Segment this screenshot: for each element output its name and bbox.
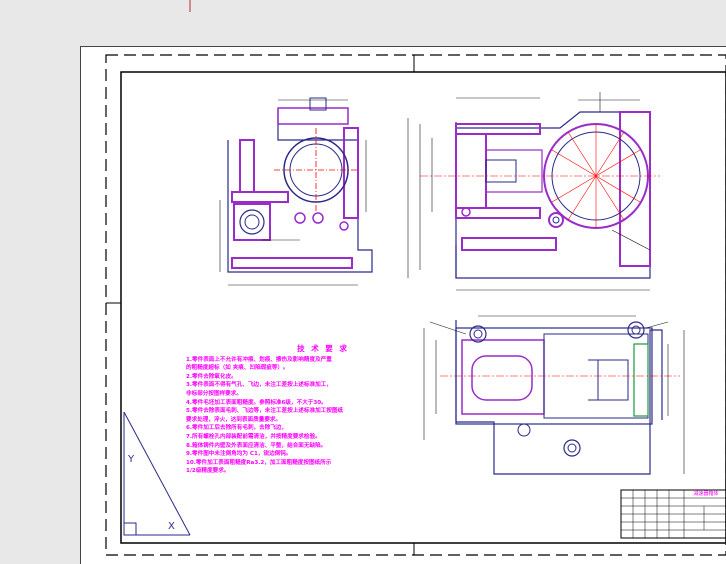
note-line: 4.零件毛坯加工表面粗糙度。参照标准6级，不大于30。 bbox=[186, 399, 327, 406]
note-line: 要求处理，淬火，达到表面质量要求。 bbox=[186, 416, 282, 423]
drawing-canvas: Y X bbox=[105, 0, 726, 556]
note-line: 2.零件去除氧化皮。 bbox=[186, 373, 237, 380]
notes-heading: 技 术 要 求 bbox=[297, 344, 349, 353]
svg-text:X: X bbox=[168, 521, 175, 532]
note-line: 10.零件加工表面粗糙度Ra3.2，加工面粗糙度按图纸所示 bbox=[186, 459, 332, 466]
outer-dashed-frame bbox=[105, 54, 726, 556]
note-line: 的粗糙度超标（如 夹痕、凹陷瑕疵等）。 bbox=[186, 365, 289, 372]
note-line: 3.零件表面不得有气孔、飞边，未注工差按上述标准加工， bbox=[186, 382, 332, 389]
note-line: 7.所有螺栓孔内部装配前需清洁，并按精度要求检验。 bbox=[186, 433, 321, 440]
note-line: 非标部分按图样要求。 bbox=[186, 390, 242, 397]
technical-notes: 技 术 要 求 1.零件表面上不允许有冲痕、划痕、擦伤及影响精度及严重 的粗糙度… bbox=[186, 344, 420, 476]
cad-viewport[interactable]: Y X 技 术 要 求 1.零件表面上不允许有冲痕、划痕、擦伤及影响精度及严重 … bbox=[0, 0, 726, 564]
svg-text:Y: Y bbox=[127, 454, 135, 465]
note-line: 1/2级精度要求。 bbox=[186, 468, 230, 475]
side-view bbox=[219, 97, 373, 286]
front-section-view bbox=[407, 92, 660, 291]
note-line: 9.零件图中未注倒角均为 C1，锐边倒钝。 bbox=[186, 451, 292, 458]
note-line: 1.零件表面上不允许有冲痕、划痕、擦伤及影响精度及严重 bbox=[186, 356, 332, 363]
top-view bbox=[423, 315, 685, 475]
note-line: 8.箱体铸件内壁及外表面应清洁、平整，结合面无缺陷。 bbox=[186, 442, 327, 449]
note-line: 6.零件加工后去除所有毛刺，去除飞边， bbox=[186, 425, 288, 432]
drawing-title: 减速器箱体 bbox=[693, 491, 719, 497]
lower-left-triangle: Y X bbox=[123, 411, 191, 536]
note-line: 5.零件去除表面毛刺、飞边等，未注工差按上述标准加工按图纸 bbox=[186, 408, 344, 415]
